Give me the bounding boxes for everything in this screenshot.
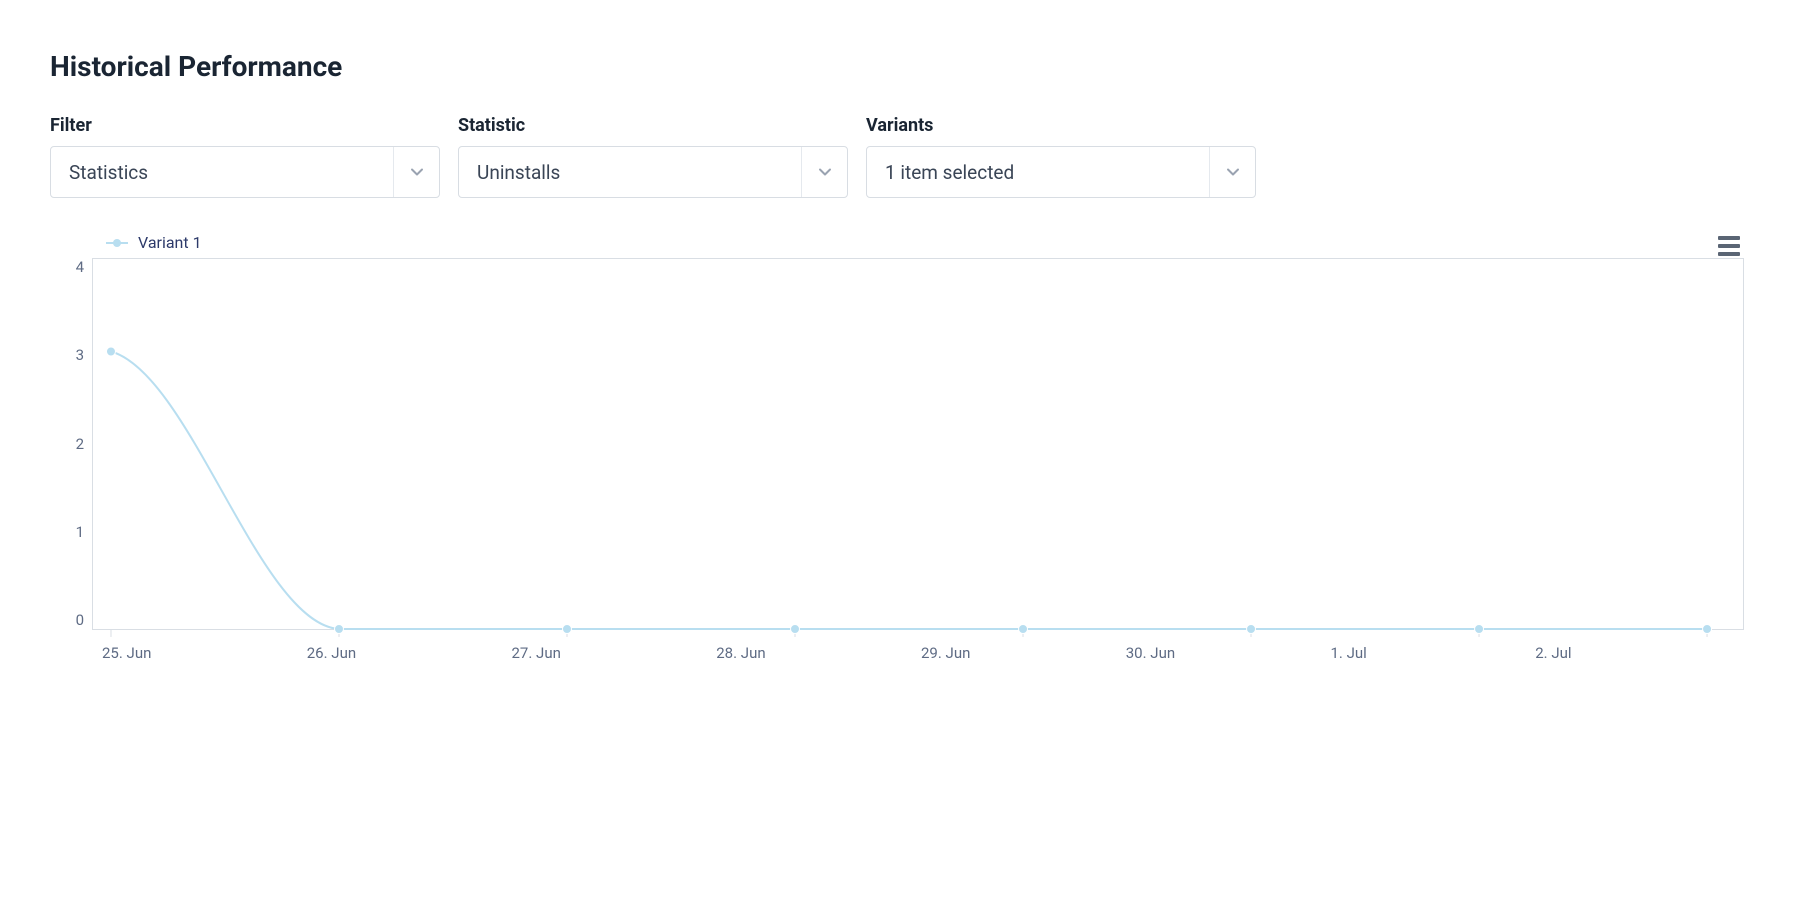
chart-container: Variant 1 4 3 2 1 0 25. Jun 26. Jun 27. … <box>50 233 1744 662</box>
chart-body: Variant 1 4 3 2 1 0 25. Jun 26. Jun 27. … <box>50 233 1744 662</box>
x-tick: 26. Jun <box>301 644 506 662</box>
y-tick: 0 <box>76 613 84 628</box>
x-tick: 29. Jun <box>915 644 1120 662</box>
x-axis: 25. Jun 26. Jun 27. Jun 28. Jun 29. Jun … <box>92 644 1744 662</box>
chevron-down-icon <box>801 147 847 197</box>
variants-label: Variants <box>866 115 1256 136</box>
statistic-select-value: Uninstalls <box>459 161 578 184</box>
filter-select[interactable]: Statistics <box>50 146 440 198</box>
filters-row: Filter Statistics Statistic Uninstalls V… <box>50 115 1744 198</box>
line-chart <box>93 259 1743 629</box>
page-title: Historical Performance <box>50 50 1744 83</box>
plot-row: 4 3 2 1 0 <box>50 258 1744 630</box>
x-tick: 25. Jun <box>102 644 301 662</box>
x-tick: 30. Jun <box>1120 644 1325 662</box>
chevron-down-icon <box>393 147 439 197</box>
chevron-down-icon <box>1209 147 1255 197</box>
legend-label[interactable]: Variant 1 <box>138 233 202 252</box>
filter-label: Filter <box>50 115 440 136</box>
x-tick: 2. Jul <box>1529 644 1734 662</box>
filter-select-value: Statistics <box>51 161 166 184</box>
variants-select[interactable]: 1 item selected <box>866 146 1256 198</box>
variants-select-value: 1 item selected <box>867 161 1032 184</box>
filter-group-filter: Filter Statistics <box>50 115 440 198</box>
hamburger-menu-icon[interactable] <box>1718 233 1744 259</box>
legend-swatch-icon <box>106 242 128 244</box>
x-tick: 28. Jun <box>710 644 915 662</box>
x-tick: 1. Jul <box>1325 644 1530 662</box>
plot-area[interactable] <box>92 258 1744 630</box>
chart-legend: Variant 1 <box>106 233 1744 252</box>
filter-group-statistic: Statistic Uninstalls <box>458 115 848 198</box>
y-tick: 1 <box>76 525 84 540</box>
filter-group-variants: Variants 1 item selected <box>866 115 1256 198</box>
x-tick: 27. Jun <box>506 644 711 662</box>
statistic-select[interactable]: Uninstalls <box>458 146 848 198</box>
y-tick: 4 <box>76 260 84 275</box>
y-axis: 4 3 2 1 0 <box>50 258 84 630</box>
y-tick: 2 <box>76 437 84 452</box>
y-tick: 3 <box>76 348 84 363</box>
statistic-label: Statistic <box>458 115 848 136</box>
